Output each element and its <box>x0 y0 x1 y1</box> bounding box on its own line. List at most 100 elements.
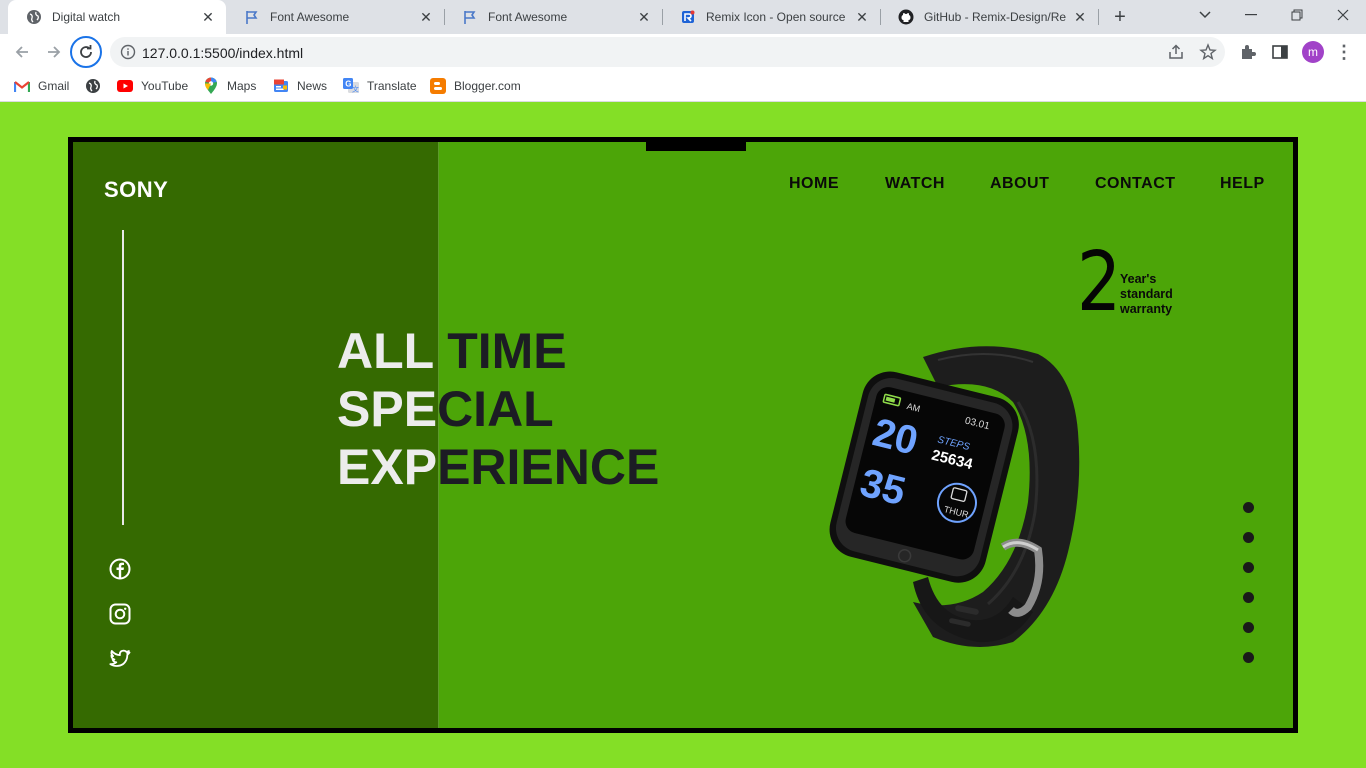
tab-separator <box>1098 9 1099 25</box>
tab-title: Digital watch <box>52 10 121 24</box>
nav-home[interactable]: HOME <box>789 175 839 193</box>
tab-digital-watch[interactable]: Digital watch ✕ <box>8 0 226 34</box>
close-window-button[interactable] <box>1320 0 1366 30</box>
new-tab-button[interactable]: + <box>1108 5 1132 29</box>
tab-title: GitHub - Remix-Design/Remix <box>924 10 1066 24</box>
tab-github[interactable]: GitHub - Remix-Design/Remix ✕ <box>880 0 1098 34</box>
close-icon[interactable]: ✕ <box>1072 9 1088 25</box>
tab-title: Font Awesome <box>270 10 350 24</box>
minimize-icon <box>1245 14 1257 16</box>
tab-title: Font Awesome <box>488 10 568 24</box>
close-icon[interactable]: ✕ <box>418 9 434 25</box>
translate-icon: G文 <box>343 78 359 94</box>
restore-icon <box>1291 9 1303 21</box>
tab-remix-icon[interactable]: Remix Icon - Open source icon ✕ <box>662 0 880 34</box>
bookmarks-bar: Gmail YouTube Maps News G文 Translate Blo… <box>0 70 1366 102</box>
extensions-icon[interactable] <box>1239 43 1257 61</box>
globe-icon <box>26 9 42 25</box>
slider-dot[interactable] <box>1243 562 1254 573</box>
nav-contact[interactable]: CONTACT <box>1095 175 1176 193</box>
arrow-right-icon <box>48 46 61 58</box>
reload-button[interactable] <box>70 36 102 68</box>
arrow-left-icon <box>15 46 28 58</box>
vertical-divider <box>122 230 124 525</box>
headline-part: ALL <box>337 323 448 379</box>
url-text: 127.0.0.1:5500/index.html <box>142 45 304 61</box>
headline-part: CIAL <box>437 381 554 437</box>
browser-toolbar: 127.0.0.1:5500/index.html m ⋮ <box>0 34 1366 70</box>
warranty-number: 2 <box>1076 235 1122 330</box>
tab-title: Remix Icon - Open source icon <box>706 10 848 24</box>
hero-headline: ALL TIME SPECIAL EXPERIENCE <box>337 322 659 496</box>
tab-font-awesome-2[interactable]: Font Awesome ✕ <box>444 0 662 34</box>
warranty-text: Year's standard warranty <box>1120 272 1173 317</box>
flag-icon <box>244 9 260 25</box>
nav-watch[interactable]: WATCH <box>885 175 945 193</box>
bookmark-gmail[interactable]: Gmail <box>14 76 69 96</box>
bookmark-youtube[interactable]: YouTube <box>117 76 188 96</box>
youtube-icon <box>117 78 133 94</box>
bookmark-label: News <box>297 79 328 93</box>
bookmark-news[interactable]: News <box>273 76 327 96</box>
slider-dot[interactable] <box>1243 652 1254 663</box>
minimize-button[interactable] <box>1228 0 1274 30</box>
news-icon <box>273 78 289 94</box>
flag-icon <box>462 9 478 25</box>
hero-frame: SONY HOME WATCH ABOUT CONTACT HELP ALL T… <box>68 137 1298 733</box>
slider-dot[interactable] <box>1243 592 1254 603</box>
bookmark-label: YouTube <box>141 79 189 93</box>
github-icon <box>898 9 914 25</box>
bookmark-translate[interactable]: G文 Translate <box>343 76 417 96</box>
bookmark-label: Gmail <box>38 79 70 93</box>
remix-icon <box>680 9 696 25</box>
svg-text:G: G <box>345 80 351 89</box>
menu-icon[interactable]: ⋮ <box>1335 42 1353 62</box>
reload-icon <box>80 45 92 58</box>
close-icon[interactable]: ✕ <box>636 9 652 25</box>
headline-part: ERIENCE <box>437 439 660 495</box>
nav-help[interactable]: HELP <box>1220 175 1265 193</box>
headline-part: TIME <box>447 323 567 379</box>
close-icon[interactable]: ✕ <box>854 9 870 25</box>
info-icon[interactable] <box>120 44 136 60</box>
bookmark-blogger[interactable]: Blogger.com <box>430 76 521 96</box>
close-icon <box>1337 9 1349 21</box>
star-icon[interactable] <box>1199 43 1217 61</box>
warranty-line: standard <box>1120 287 1173 301</box>
profile-avatar[interactable]: m <box>1302 41 1324 63</box>
globe-icon <box>85 78 101 94</box>
slider-dot[interactable] <box>1243 532 1254 543</box>
bookmark-label: Translate <box>367 79 417 93</box>
headline-part: EXP <box>337 439 438 495</box>
warranty-line: warranty <box>1120 302 1173 316</box>
warranty-line: Year's <box>1120 272 1157 286</box>
bookmark-label: Blogger.com <box>454 79 521 93</box>
facebook-icon[interactable] <box>109 558 131 580</box>
blogger-icon <box>430 78 446 94</box>
instagram-icon[interactable] <box>109 603 131 625</box>
bookmark-label: Maps <box>227 79 257 93</box>
headline-part: SPE <box>337 381 438 437</box>
chevron-down-icon <box>1199 11 1211 19</box>
svg-text:文: 文 <box>352 85 359 94</box>
nav-about[interactable]: ABOUT <box>990 175 1049 193</box>
share-icon[interactable] <box>1167 43 1185 61</box>
slider-dot[interactable] <box>1243 502 1254 513</box>
top-notch <box>646 142 746 151</box>
brand-logo[interactable]: SONY <box>104 177 168 203</box>
tab-font-awesome-1[interactable]: Font Awesome ✕ <box>226 0 444 34</box>
bookmark-globe[interactable] <box>85 76 109 96</box>
tab-search-button[interactable] <box>1182 0 1228 30</box>
twitter-icon[interactable] <box>109 648 131 670</box>
side-panel-icon[interactable] <box>1271 43 1289 61</box>
gmail-icon <box>14 78 30 94</box>
tab-bar: Digital watch ✕ Font Awesome ✕ Font Awes… <box>0 0 1366 34</box>
back-button[interactable] <box>8 38 36 66</box>
address-bar[interactable]: 127.0.0.1:5500/index.html <box>110 37 1225 67</box>
bookmark-maps[interactable]: Maps <box>203 76 256 96</box>
slider-dot[interactable] <box>1243 622 1254 633</box>
smartwatch-image: AM 03.01 20 STEPS 25634 35 THUR <box>829 346 1080 647</box>
restore-button[interactable] <box>1274 0 1320 30</box>
close-icon[interactable]: ✕ <box>200 9 216 25</box>
forward-button[interactable] <box>40 38 68 66</box>
